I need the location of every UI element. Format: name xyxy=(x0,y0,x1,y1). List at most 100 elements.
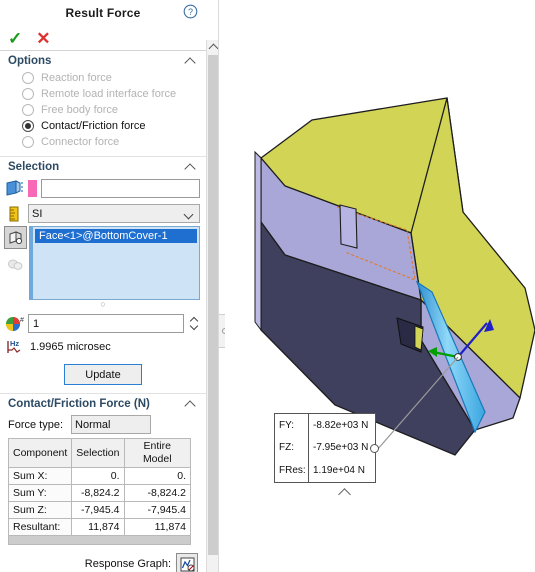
graphics-viewport[interactable]: FY: -8.82e+03 N FZ: -7.95e+03 N FRes: 1.… xyxy=(225,0,535,572)
selection-header-label: Selection xyxy=(8,161,60,173)
callout-row: FY: -8.82e+03 N xyxy=(275,414,375,437)
cell-entire-model: 11,874 xyxy=(123,518,191,536)
results-table: Component Selection Entire Model Sum X: … xyxy=(7,438,191,536)
force-type-value: Normal xyxy=(75,418,111,431)
page-title: Result Force xyxy=(65,6,141,20)
column-header-selection: Selection xyxy=(71,438,125,468)
plot-step-input[interactable]: 1 xyxy=(28,314,184,333)
cell-selection: -8,824.2 xyxy=(71,484,125,502)
table-row: Sum Z: -7,945.4 -7,945.4 xyxy=(7,501,191,519)
ruler-icon xyxy=(4,205,24,223)
results-section-header[interactable]: Contact/Friction Force (N) xyxy=(0,394,206,413)
options-section: Options Reaction force Remote load inter… xyxy=(0,51,206,157)
cancel-button[interactable]: ✕ xyxy=(36,30,50,47)
tab-notch[interactable] xyxy=(339,204,358,249)
radio-label: Reaction force xyxy=(41,72,112,84)
update-row: Update xyxy=(0,360,206,393)
scrollbar-thumb[interactable] xyxy=(208,55,218,555)
force-type-label: Force type: xyxy=(8,418,64,431)
viewport-chevron-up-icon[interactable] xyxy=(338,487,354,497)
options-section-header[interactable]: Options xyxy=(0,51,206,70)
selection-accent-bar xyxy=(28,180,37,197)
property-manager-panel: Result Force ? ✓ ✕ Options Reaction forc… xyxy=(0,0,206,572)
force-type-select[interactable]: Normal xyxy=(71,415,152,434)
table-row: Sum Y: -8,824.2 -8,824.2 xyxy=(7,484,191,502)
radio-label: Remote load interface force xyxy=(41,88,177,100)
radio-label: Contact/Friction force xyxy=(41,120,146,132)
entity-list-row: Face<1>@BottomCover-1 xyxy=(0,226,206,300)
frequency-icon: Hz xyxy=(5,338,25,356)
plot-step-value: 1 xyxy=(33,317,40,330)
radio-remote-load-interface-force[interactable]: Remote load interface force xyxy=(0,86,206,102)
radio-reaction-force[interactable]: Reaction force xyxy=(0,70,206,86)
cell-selection: 0. xyxy=(71,467,125,485)
result-force-window: Result Force ? ✓ ✕ Options Reaction forc… xyxy=(0,0,535,572)
callout-value: -7.95e+03 N xyxy=(308,436,375,460)
confirm-bar: ✓ ✕ xyxy=(0,26,206,51)
radio-icon[interactable] xyxy=(22,104,34,116)
units-row: SI xyxy=(0,201,206,226)
plot-step-stepper[interactable] xyxy=(188,315,200,333)
radio-label: Connector force xyxy=(41,136,120,148)
stepper-down-icon[interactable] xyxy=(191,325,198,329)
response-graph-icon[interactable] xyxy=(176,553,198,572)
svg-text:#: # xyxy=(20,317,24,324)
options-header-label: Options xyxy=(8,55,52,67)
cell-component: Sum Z: xyxy=(7,501,73,519)
radio-free-body-force[interactable]: Free body force xyxy=(0,102,206,118)
radio-icon[interactable] xyxy=(22,72,34,84)
model-3d-view[interactable] xyxy=(225,0,535,572)
selection-section-header[interactable]: Selection xyxy=(0,157,206,176)
callout-key: FY: xyxy=(279,419,295,431)
column-header-entire-model: Entire Model xyxy=(123,438,191,468)
update-button[interactable]: Update xyxy=(64,364,142,385)
callout-row: FZ: -7.95e+03 N xyxy=(275,436,375,460)
callout-key: FZ: xyxy=(279,442,294,454)
help-icon[interactable]: ? xyxy=(183,4,198,19)
radio-icon[interactable] xyxy=(22,88,34,100)
chevron-up-icon[interactable] xyxy=(184,399,198,409)
selection-section: Selection SI Face<1>@BottomCover-1 ○ # 1… xyxy=(0,157,206,393)
force-callout[interactable]: FY: -8.82e+03 N FZ: -7.95e+03 N FRes: 1.… xyxy=(274,413,379,483)
callout-key: FRes: xyxy=(279,464,306,476)
face-plane-icon xyxy=(4,179,24,198)
response-graph-row: Response Graph: xyxy=(0,545,206,572)
cell-entire-model: -8,824.2 xyxy=(123,484,191,502)
chevron-up-icon[interactable] xyxy=(184,162,198,172)
cell-selection: -7,945.4 xyxy=(71,501,125,519)
column-header-component: Component xyxy=(7,438,73,468)
plot-step-icon: # xyxy=(4,315,24,333)
face-selection-input[interactable] xyxy=(41,179,200,198)
svg-text:Hz: Hz xyxy=(10,339,19,348)
entity-tool-buttons xyxy=(3,226,27,274)
cell-component: Resultant: xyxy=(7,518,73,536)
chevron-up-icon[interactable] xyxy=(184,56,198,66)
list-item[interactable]: Face<1>@BottomCover-1 xyxy=(35,229,197,243)
results-header-label: Contact/Friction Force (N) xyxy=(8,398,150,410)
time-row: Hz 1.9965 microsec xyxy=(0,335,206,360)
cell-selection: 11,874 xyxy=(71,518,125,536)
face-select-icon[interactable] xyxy=(3,226,27,249)
callout-value: 1.19e+04 N xyxy=(308,459,375,482)
radio-label: Free body force xyxy=(41,104,119,116)
selected-entities-list[interactable]: Face<1>@BottomCover-1 xyxy=(29,226,200,300)
results-section: Contact/Friction Force (N) Force type: N… xyxy=(0,393,206,572)
accept-button[interactable]: ✓ xyxy=(8,30,22,47)
plot-step-row: # 1 xyxy=(0,310,206,335)
body-select-icon[interactable] xyxy=(5,255,26,274)
callout-anchor-handle[interactable] xyxy=(370,444,379,453)
radio-connector-force[interactable]: Connector force xyxy=(0,134,206,150)
force-type-row: Force type: Normal xyxy=(0,413,206,438)
cell-entire-model: 0. xyxy=(123,467,191,485)
callout-value: -8.82e+03 N xyxy=(308,414,375,437)
list-resize-grip[interactable]: ○ xyxy=(0,300,206,310)
table-row: Sum X: 0. 0. xyxy=(7,467,191,485)
radio-contact-friction-force[interactable]: Contact/Friction force xyxy=(0,118,206,134)
time-value: 1.9965 microsec xyxy=(30,341,111,353)
radio-icon[interactable] xyxy=(22,136,34,148)
units-select[interactable]: SI xyxy=(28,204,200,223)
panel-title-bar: Result Force ? xyxy=(0,0,206,26)
face-input-row xyxy=(0,176,206,201)
panel-divider xyxy=(218,0,219,572)
radio-icon-selected[interactable] xyxy=(22,120,34,132)
